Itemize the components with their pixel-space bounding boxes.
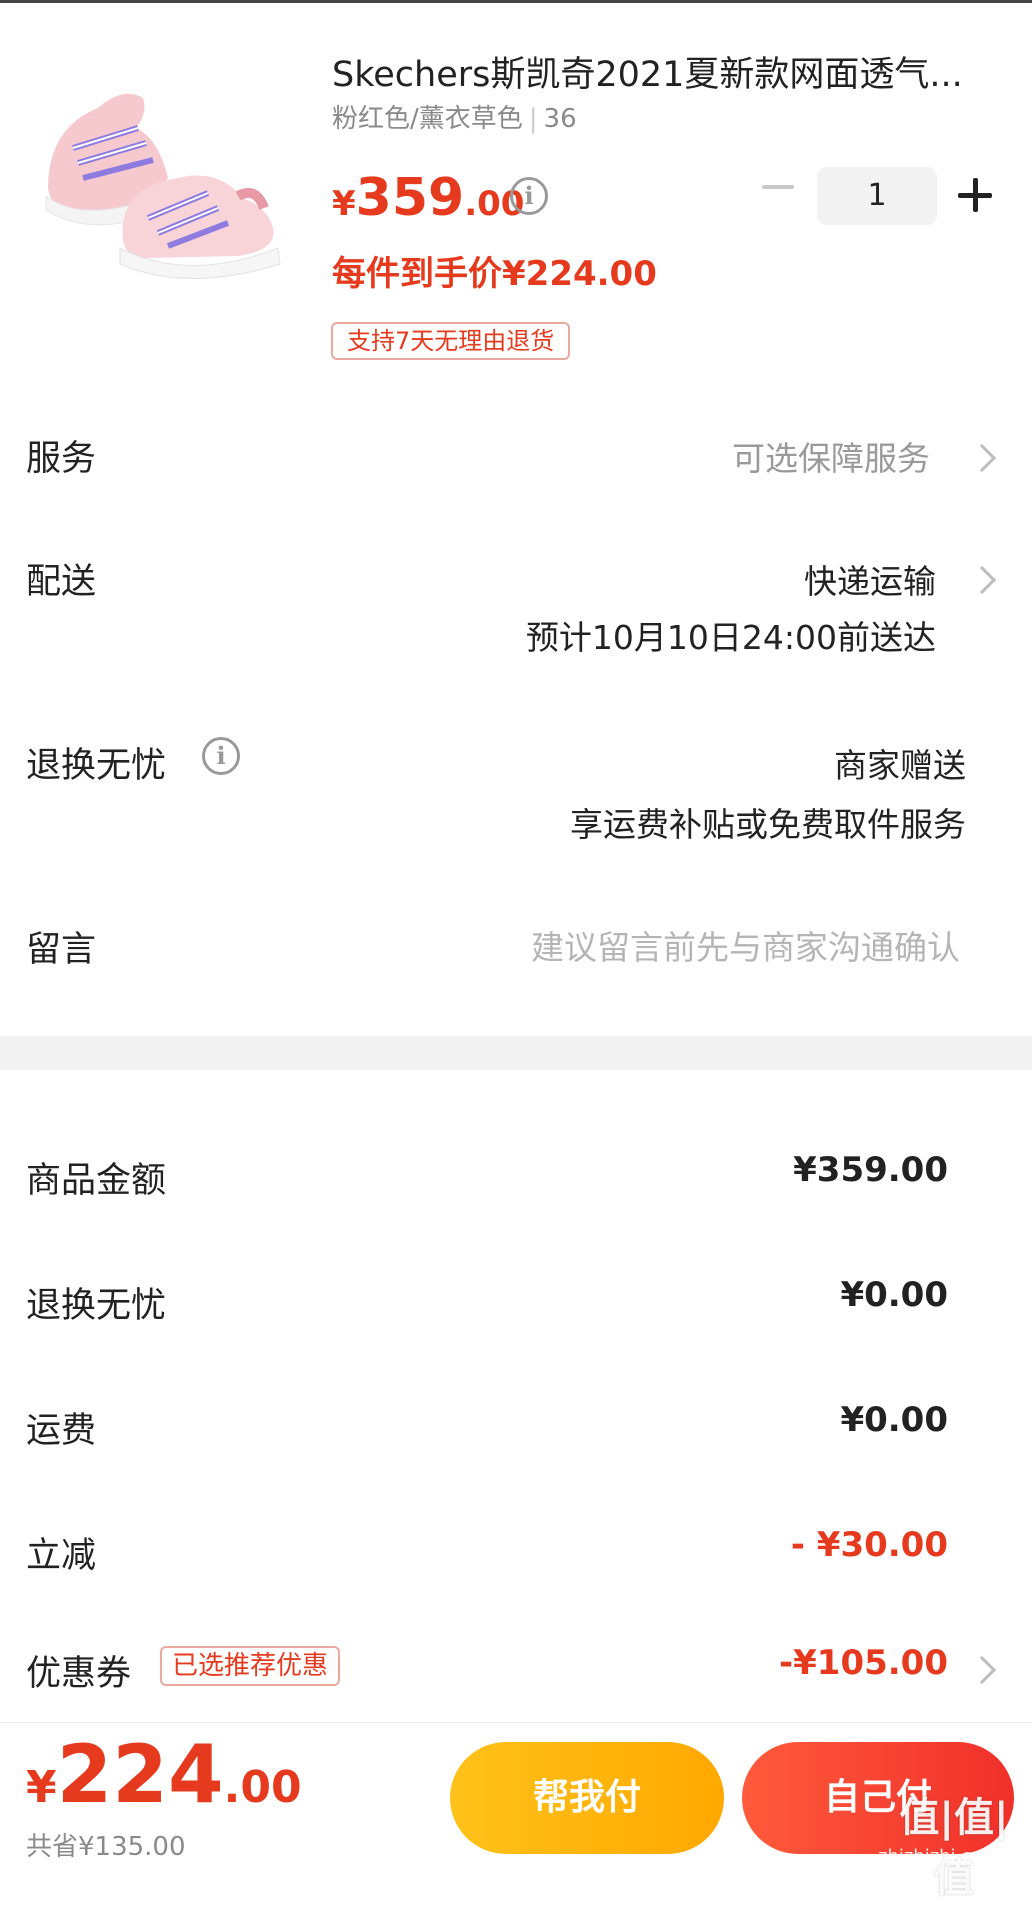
- coupon-label: 优惠券: [26, 1654, 132, 1694]
- price-integer: 359: [355, 168, 465, 228]
- top-border: [0, 0, 1032, 3]
- return-info-icon[interactable]: i: [202, 737, 240, 775]
- return-fee-label: 退换无忧: [26, 1286, 167, 1326]
- shoe-front: [119, 175, 281, 279]
- quantity-input[interactable]: 1: [817, 167, 937, 225]
- total-price: ¥ 224 .00: [26, 1728, 302, 1821]
- saved-amount: 共省¥135.00: [26, 1832, 186, 1862]
- quantity-decrease-button[interactable]: [760, 168, 796, 204]
- message-label: 留言: [26, 930, 97, 970]
- coupon-chevron-icon[interactable]: [967, 1655, 997, 1685]
- delivery-chevron-icon[interactable]: [967, 565, 997, 595]
- message-input[interactable]: 建议留言前先与商家沟通确认: [531, 921, 960, 969]
- shipping-value: ¥0.00: [840, 1400, 948, 1440]
- help-pay-button[interactable]: 帮我付: [450, 1742, 724, 1854]
- spec-separator: |: [528, 104, 538, 134]
- total-decimal: .00: [223, 1762, 302, 1813]
- product-image[interactable]: [28, 68, 290, 286]
- product-spec[interactable]: 粉红色/薰衣草色 | 36: [332, 98, 577, 135]
- return-service-label: 退换无忧: [26, 746, 167, 786]
- product-price: ¥ 359 .00: [332, 168, 524, 228]
- product-size: 36: [543, 104, 577, 134]
- coupon-tag[interactable]: 已选推荐优惠: [160, 1646, 341, 1686]
- price-info-icon[interactable]: i: [510, 177, 548, 215]
- coupon-value[interactable]: -¥105.00: [779, 1643, 948, 1683]
- total-symbol: ¥: [26, 1762, 57, 1813]
- service-chevron-icon[interactable]: [967, 443, 997, 473]
- return-service-value: 商家赠送: [834, 746, 966, 785]
- product-title[interactable]: Skechers斯凯奇2021夏新款网面透气...: [332, 46, 1012, 97]
- service-value[interactable]: 可选保障服务: [732, 432, 930, 480]
- goods-amount-label: 商品金额: [26, 1161, 167, 1201]
- shipping-label: 运费: [26, 1411, 97, 1451]
- return-fee-value: ¥0.00: [840, 1275, 948, 1315]
- price-symbol: ¥: [332, 184, 356, 224]
- watermark-site: zhizhizhi.com: [878, 1846, 1000, 1867]
- quantity-increase-button[interactable]: [958, 178, 992, 212]
- discount-value: - ¥30.00: [790, 1525, 948, 1565]
- total-integer: 224: [56, 1728, 224, 1821]
- return-service-desc: 享运费补贴或免费取件服务: [570, 805, 966, 844]
- return-policy-tag: 支持7天无理由退货: [331, 322, 571, 360]
- service-label: 服务: [26, 439, 97, 479]
- product-color: 粉红色/薰衣草色: [332, 104, 523, 134]
- section-divider: [0, 1036, 1032, 1070]
- delivery-eta: 预计10月10日24:00前送达: [525, 618, 936, 657]
- delivery-label: 配送: [26, 562, 97, 602]
- unit-price: 每件到手价¥224.00: [332, 254, 657, 294]
- discount-label: 立减: [26, 1536, 97, 1576]
- goods-amount-value: ¥359.00: [793, 1150, 948, 1190]
- delivery-method[interactable]: 快递运输: [804, 555, 936, 603]
